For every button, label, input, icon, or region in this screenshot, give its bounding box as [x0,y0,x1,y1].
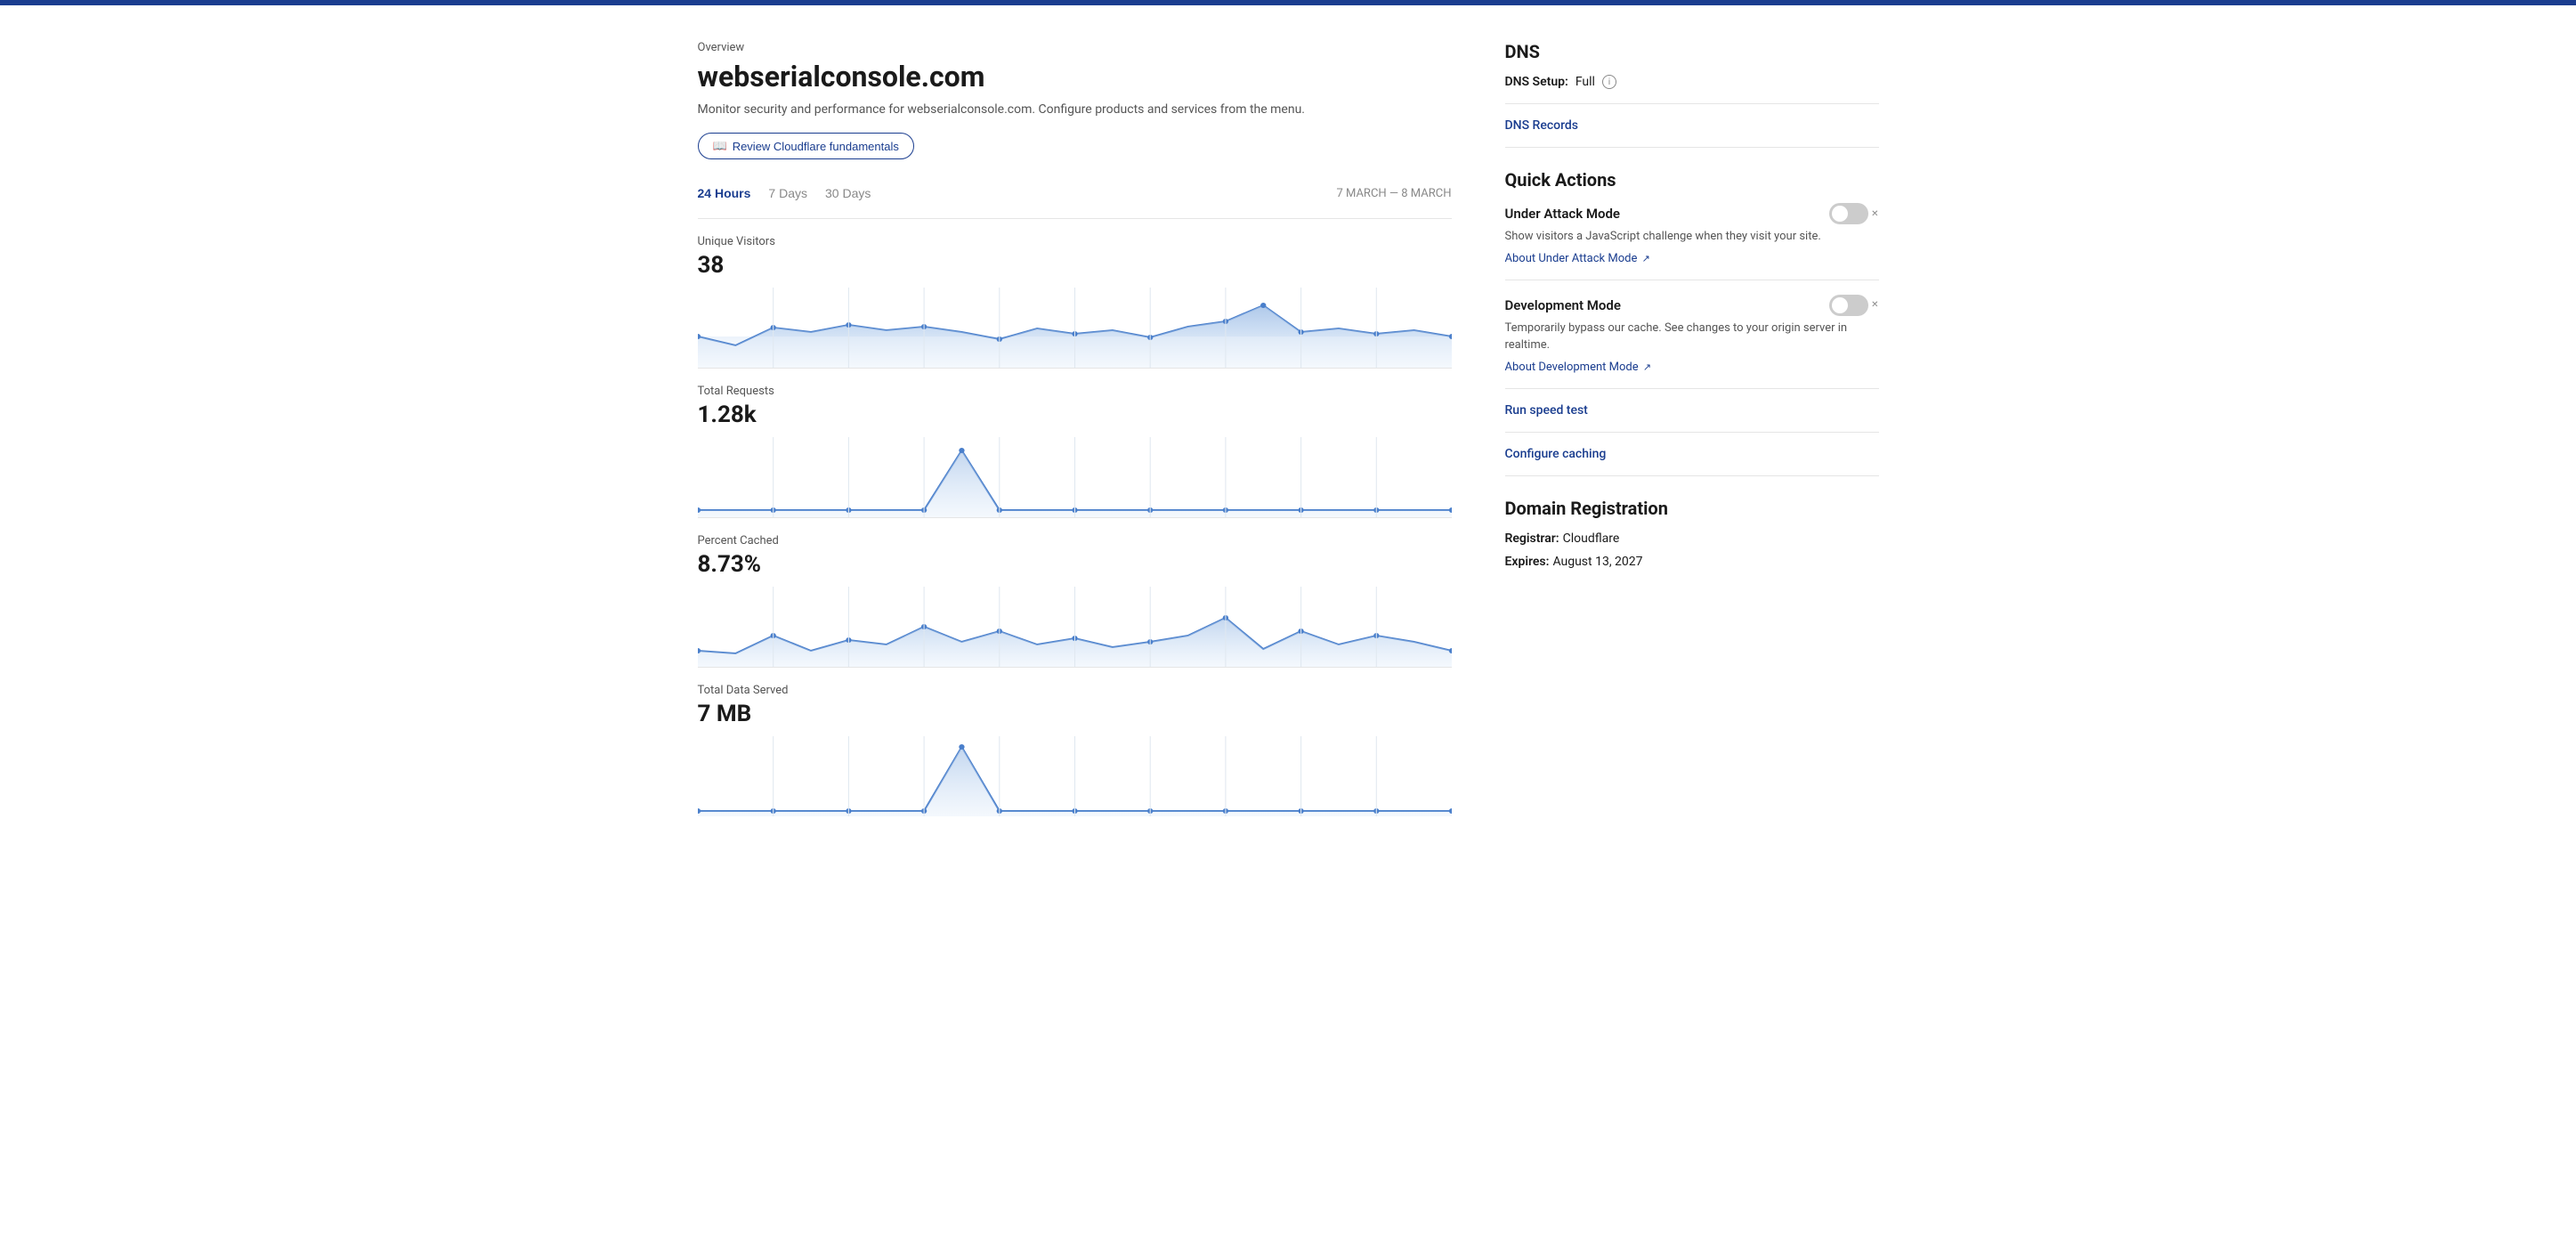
under-attack-toggle-thumb [1832,206,1848,222]
main-content: Overview webserialconsole.com Monitor se… [698,41,1452,816]
book-icon: 📖 [713,139,727,153]
under-attack-toggle-track[interactable] [1829,203,1868,224]
external-link-icon2: ↗ [1643,361,1651,373]
total-data-section: Total Data Served 7 MB [698,667,1452,816]
unique-visitors-value: 38 [698,252,1452,279]
external-link-icon: ↗ [1642,253,1650,264]
development-mode-title: Development Mode [1505,297,1621,313]
time-btn-30d[interactable]: 30 Days [825,186,871,200]
percent-cached-value: 8.73% [698,551,1452,578]
development-mode-link[interactable]: About Development Mode ↗ [1505,361,1652,374]
expires-label: Expires: [1505,555,1550,569]
development-toggle-thumb [1832,297,1848,313]
under-attack-toggle-x: ✕ [1871,209,1878,219]
date-range: 7 MARCH — 8 MARCH [1336,187,1451,200]
dns-divider [1505,103,1879,104]
under-attack-link-label: About Under Attack Mode [1505,252,1638,265]
development-mode-row: Development Mode ✕ [1505,295,1879,316]
time-btn-7d[interactable]: 7 Days [768,186,807,200]
run-speed-test-link[interactable]: Run speed test [1505,403,1879,418]
under-attack-toggle[interactable]: ✕ [1829,203,1878,224]
total-requests-label: Total Requests [698,385,1452,398]
overview-label: Overview [698,41,1452,54]
total-data-chart [698,736,1452,816]
dns-divider2 [1505,147,1879,148]
under-attack-description: Show visitors a JavaScript challenge whe… [1505,228,1879,246]
quick-actions-section: Quick Actions Under Attack Mode ✕ Show v… [1505,169,1879,476]
registrar-label: Registrar: [1505,531,1559,546]
domain-registration-section: Domain Registration Registrar: Cloudflar… [1505,498,1879,569]
time-range-row: 24 Hours 7 Days 30 Days 7 MARCH — 8 MARC… [698,186,1452,200]
total-requests-chart [698,437,1452,517]
dns-records-link[interactable]: DNS Records [1505,118,1879,133]
time-btn-24h[interactable]: 24 Hours [698,186,751,200]
registrar-row: Registrar: Cloudflare [1505,531,1879,546]
development-toggle[interactable]: ✕ [1829,295,1878,316]
actions-divider3 [1505,432,1879,433]
unique-visitors-section: Unique Visitors 38 [698,218,1452,368]
development-link-label: About Development Mode [1505,361,1639,374]
configure-caching-link[interactable]: Configure caching [1505,447,1879,461]
site-title: webserialconsole.com [698,60,1452,93]
info-icon[interactable]: i [1602,75,1616,89]
sidebar: DNS DNS Setup: Full i DNS Records Quick … [1505,41,1879,816]
total-requests-value: 1.28k [698,402,1452,428]
actions-divider2 [1505,388,1879,389]
under-attack-mode-item: Under Attack Mode ✕ Show visitors a Java… [1505,203,1879,265]
expires-value: August 13, 2027 [1552,555,1642,569]
site-description: Monitor security and performance for web… [698,102,1452,117]
development-description: Temporarily bypass our cache. See change… [1505,320,1879,354]
development-toggle-x: ✕ [1871,300,1878,310]
total-data-label: Total Data Served [698,684,1452,697]
registrar-value: Cloudflare [1563,531,1620,546]
review-fundamentals-button[interactable]: 📖 Review Cloudflare fundamentals [698,133,914,159]
under-attack-mode-title: Under Attack Mode [1505,206,1621,222]
under-attack-link[interactable]: About Under Attack Mode ↗ [1505,252,1650,265]
review-btn-label: Review Cloudflare fundamentals [733,140,899,153]
development-toggle-track[interactable] [1829,295,1868,316]
percent-cached-chart [698,587,1452,667]
unique-visitors-chart [698,288,1452,368]
actions-divider4 [1505,475,1879,476]
quick-actions-title: Quick Actions [1505,169,1879,191]
development-mode-item: Development Mode ✕ Temporarily bypass ou… [1505,295,1879,374]
domain-registration-title: Domain Registration [1505,498,1879,519]
under-attack-mode-row: Under Attack Mode ✕ [1505,203,1879,224]
dns-section: DNS DNS Setup: Full i DNS Records [1505,41,1879,148]
expires-row: Expires: August 13, 2027 [1505,555,1879,569]
total-requests-section: Total Requests 1.28k [698,368,1452,517]
dns-setup-value: Full [1576,75,1595,89]
dns-setup-row: DNS Setup: Full i [1505,75,1879,89]
dns-setup-label: DNS Setup: [1505,75,1568,89]
total-data-value: 7 MB [698,701,1452,727]
dns-section-title: DNS [1505,41,1879,62]
percent-cached-section: Percent Cached 8.73% [698,517,1452,667]
percent-cached-label: Percent Cached [698,534,1452,548]
unique-visitors-label: Unique Visitors [698,235,1452,248]
